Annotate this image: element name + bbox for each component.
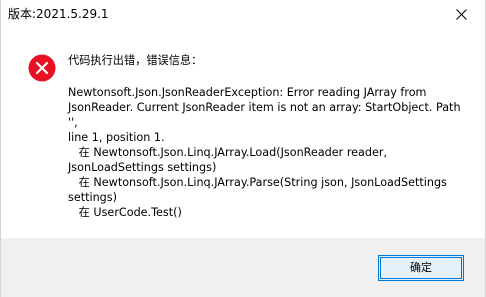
ok-button[interactable]: 确定 bbox=[378, 255, 464, 281]
ok-button-label: 确定 bbox=[410, 261, 432, 274]
dialog-content: 代码执行出错，错误信息： Newtonsoft.Json.JsonReaderE… bbox=[1, 30, 485, 238]
title-bar[interactable]: 版本:2021.5.29.1 bbox=[1, 0, 485, 30]
error-icon bbox=[28, 54, 56, 82]
message-dialog: 版本:2021.5.29.1 代码执行出错，错误信息： Newtonsoft.J… bbox=[0, 0, 486, 297]
error-heading: 代码执行出错，错误信息： bbox=[68, 54, 203, 67]
window-title: 版本:2021.5.29.1 bbox=[8, 7, 109, 21]
error-details: Newtonsoft.Json.JsonReaderException: Err… bbox=[68, 86, 461, 219]
error-message: 代码执行出错，错误信息： Newtonsoft.Json.JsonReaderE… bbox=[68, 53, 473, 220]
button-bar: 确定 bbox=[1, 238, 485, 297]
close-icon bbox=[456, 9, 467, 20]
close-button[interactable] bbox=[439, 0, 485, 30]
